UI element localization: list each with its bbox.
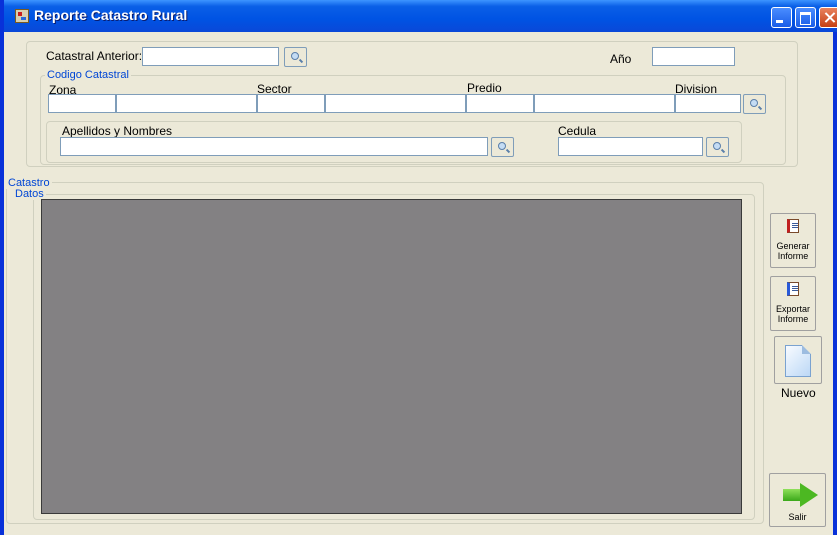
report-icon [787, 219, 799, 233]
apellidos-input[interactable] [60, 137, 488, 156]
search-icon [291, 52, 299, 60]
exit-arrow-icon [783, 483, 819, 507]
app-icon [15, 9, 29, 23]
generar-informe-button[interactable]: Generar Informe [770, 213, 816, 268]
exportar-informe-button[interactable]: Exportar Informe [770, 276, 816, 331]
search-icon [498, 142, 506, 150]
export-icon [787, 282, 799, 296]
apellidos-search-button[interactable] [491, 137, 514, 157]
zona-input-1[interactable] [48, 94, 116, 113]
predio-label: Predio [467, 81, 502, 95]
window-title: Reporte Catastro Rural [34, 7, 188, 23]
apellidos-label: Apellidos y Nombres [62, 124, 173, 138]
search-icon [750, 99, 758, 107]
nuevo-button[interactable] [774, 336, 822, 384]
predio-input-2[interactable] [534, 94, 675, 113]
cedula-label: Cedula [558, 124, 597, 138]
salir-button[interactable]: Salir [769, 473, 826, 527]
maximize-button[interactable] [795, 7, 816, 28]
cedula-input[interactable] [558, 137, 703, 156]
exportar-label-2: Informe [777, 314, 809, 324]
catastral-anterior-input[interactable] [142, 47, 279, 66]
search-icon [713, 142, 721, 150]
salir-label: Salir [788, 512, 807, 522]
minimize-button[interactable] [771, 7, 792, 28]
anio-input[interactable] [652, 47, 735, 66]
anio-label: Año [610, 52, 632, 66]
catastral-anterior-label: Catastral Anterior: [46, 49, 143, 63]
division-input[interactable] [675, 94, 741, 113]
generar-label-1: Generar [776, 241, 810, 251]
codigo-catastral-legend: Codigo Catastral [45, 69, 131, 81]
exportar-label-1: Exportar [775, 304, 810, 314]
sector-input-2[interactable] [325, 94, 466, 113]
close-button[interactable] [819, 7, 837, 28]
nuevo-label: Nuevo [781, 386, 816, 400]
title-bar[interactable]: Reporte Catastro Rural [4, 0, 837, 32]
sector-input-1[interactable] [257, 94, 325, 113]
datos-grid[interactable] [41, 199, 742, 514]
predio-input-1[interactable] [466, 94, 534, 113]
cedula-search-button[interactable] [706, 137, 729, 157]
codigo-catastral-search-button[interactable] [743, 94, 766, 114]
catastral-anterior-search-button[interactable] [284, 47, 307, 67]
new-document-icon [785, 345, 811, 377]
generar-label-2: Informe [777, 251, 809, 261]
client-area: Catastral Anterior: Año Codigo Catastral… [4, 32, 833, 535]
zona-input-2[interactable] [116, 94, 257, 113]
